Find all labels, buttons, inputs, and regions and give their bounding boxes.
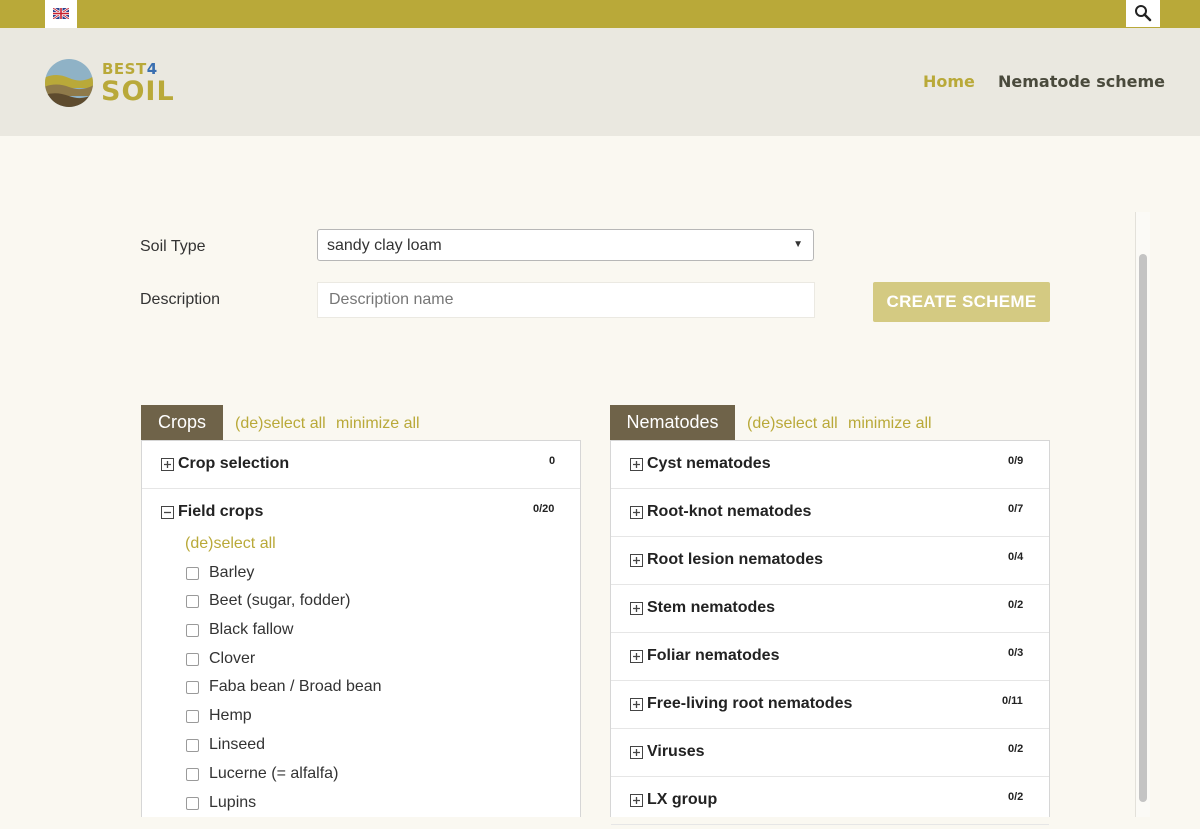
crop-label: Hemp	[209, 707, 252, 724]
field-crops-deselect-all-link[interactable]: (de)select all	[185, 535, 276, 553]
crop-checkbox[interactable]	[186, 739, 199, 752]
caret-down-icon: ▼	[793, 239, 803, 250]
nematode-group-title: Viruses	[647, 743, 705, 760]
nematode-group-title: Cyst nematodes	[647, 455, 771, 472]
expand-plus-icon[interactable]	[630, 602, 643, 615]
crop-checkbox[interactable]	[186, 595, 199, 608]
nematode-group-title: Foliar nematodes	[647, 647, 780, 664]
nematode-group-cyst[interactable]: Cyst nematodes 0/9	[611, 441, 1049, 489]
language-selector[interactable]	[45, 0, 77, 28]
crop-group-title: Crop selection	[178, 455, 290, 472]
collapse-minus-icon[interactable]	[161, 506, 174, 519]
search-icon	[1135, 5, 1152, 22]
nematode-group-title: Free-living root nematodes	[647, 695, 853, 712]
expand-plus-icon[interactable]	[630, 746, 643, 759]
scrollbar-thumb[interactable]	[1139, 254, 1147, 802]
best4soil-logo[interactable]: BEST4 SOIL	[44, 58, 174, 112]
crop-checkbox[interactable]	[186, 567, 199, 580]
nav-home-link[interactable]: Home	[923, 72, 975, 91]
crop-group-count: 0	[549, 455, 556, 467]
logo-emblem-icon	[45, 59, 93, 107]
crop-label: Linseed	[209, 736, 266, 753]
nematode-group-title: Root lesion nematodes	[647, 551, 824, 568]
nematode-group-count: 0/4	[1008, 551, 1024, 563]
crop-label: Beet (sugar, fodder)	[209, 592, 351, 609]
nematode-group-foliar[interactable]: Foliar nematodes 0/3	[611, 633, 1049, 681]
tab-crops[interactable]: Crops	[141, 405, 223, 440]
nematode-group-lx[interactable]: LX group 0/2	[611, 777, 1049, 825]
nav-nematode-scheme-link[interactable]: Nematode scheme	[998, 72, 1165, 91]
crop-checkbox[interactable]	[186, 653, 199, 666]
crop-label: Lucerne (= alfalfa)	[209, 765, 339, 782]
crop-label: Black fallow	[209, 621, 294, 638]
crop-checkbox[interactable]	[186, 797, 199, 810]
soil-type-value: sandy clay loam	[327, 237, 442, 254]
crop-checkbox[interactable]	[186, 710, 199, 723]
tab-nematodes[interactable]: Nematodes	[610, 405, 735, 440]
nematode-group-count: 0/3	[1008, 647, 1024, 659]
crop-group-crop-selection[interactable]: Crop selection 0	[142, 441, 580, 489]
expand-plus-icon[interactable]	[630, 554, 643, 567]
nematode-group-count: 0/7	[1008, 503, 1024, 515]
nematode-group-viruses[interactable]: Viruses 0/2	[611, 729, 1049, 777]
uk-flag-icon	[53, 8, 69, 19]
logo-wordmark-bottom: SOIL	[101, 76, 175, 107]
nematode-group-title: Root-knot nematodes	[647, 503, 812, 520]
crop-label: Faba bean / Broad bean	[209, 678, 382, 695]
description-label: Description	[140, 291, 221, 308]
nematode-group-count: 0/2	[1008, 599, 1024, 611]
nematode-group-stem[interactable]: Stem nematodes 0/2	[611, 585, 1049, 633]
expand-plus-icon[interactable]	[630, 650, 643, 663]
crop-label: Lupins	[209, 794, 257, 811]
crop-group-field-crops: Field crops 0/20 (de)select all Barley B…	[142, 489, 580, 829]
site-header: BEST4 SOIL Home Nematode scheme	[0, 28, 1200, 136]
crop-checkbox[interactable]	[186, 681, 199, 694]
nematode-group-count: 0/11	[1002, 695, 1023, 707]
nematodes-minimize-all-link[interactable]: minimize all	[848, 415, 932, 433]
create-scheme-button[interactable]: CREATE SCHEME	[873, 282, 1050, 322]
crop-group-count: 0/20	[533, 503, 555, 515]
top-bar	[0, 0, 1200, 28]
crop-checkbox[interactable]	[186, 768, 199, 781]
nematode-group-title: LX group	[647, 791, 718, 808]
expand-plus-icon[interactable]	[630, 506, 643, 519]
crop-label: Barley	[209, 564, 255, 581]
nematode-group-count: 0/2	[1008, 791, 1024, 803]
soil-type-label: Soil Type	[140, 238, 206, 255]
nematode-group-root-lesion[interactable]: Root lesion nematodes 0/4	[611, 537, 1049, 585]
nematodes-deselect-all-link[interactable]: (de)select all	[747, 415, 838, 433]
crops-panel: Crop selection 0 Field crops 0/20 (de)se…	[141, 440, 581, 817]
soil-type-select[interactable]: sandy clay loam ▼	[317, 229, 814, 261]
crops-minimize-all-link[interactable]: minimize all	[336, 415, 420, 433]
crop-label: Clover	[209, 650, 256, 667]
crops-deselect-all-link[interactable]: (de)select all	[235, 415, 326, 433]
search-button[interactable]	[1126, 0, 1160, 27]
nematode-group-free-living[interactable]: Free-living root nematodes 0/11	[611, 681, 1049, 729]
expand-plus-icon[interactable]	[630, 458, 643, 471]
nematode-group-count: 0/9	[1008, 455, 1024, 467]
expand-plus-icon[interactable]	[630, 698, 643, 711]
crop-checkbox[interactable]	[186, 624, 199, 637]
nematodes-panel: Cyst nematodes 0/9 Root-knot nematodes 0…	[610, 440, 1050, 825]
crop-group-title[interactable]: Field crops	[178, 503, 263, 521]
nematode-group-title: Stem nematodes	[647, 599, 776, 616]
description-input[interactable]	[317, 282, 815, 318]
expand-plus-icon[interactable]	[630, 794, 643, 807]
nematode-group-count: 0/2	[1008, 743, 1024, 755]
nematode-group-root-knot[interactable]: Root-knot nematodes 0/7	[611, 489, 1049, 537]
expand-plus-icon[interactable]	[161, 458, 174, 471]
